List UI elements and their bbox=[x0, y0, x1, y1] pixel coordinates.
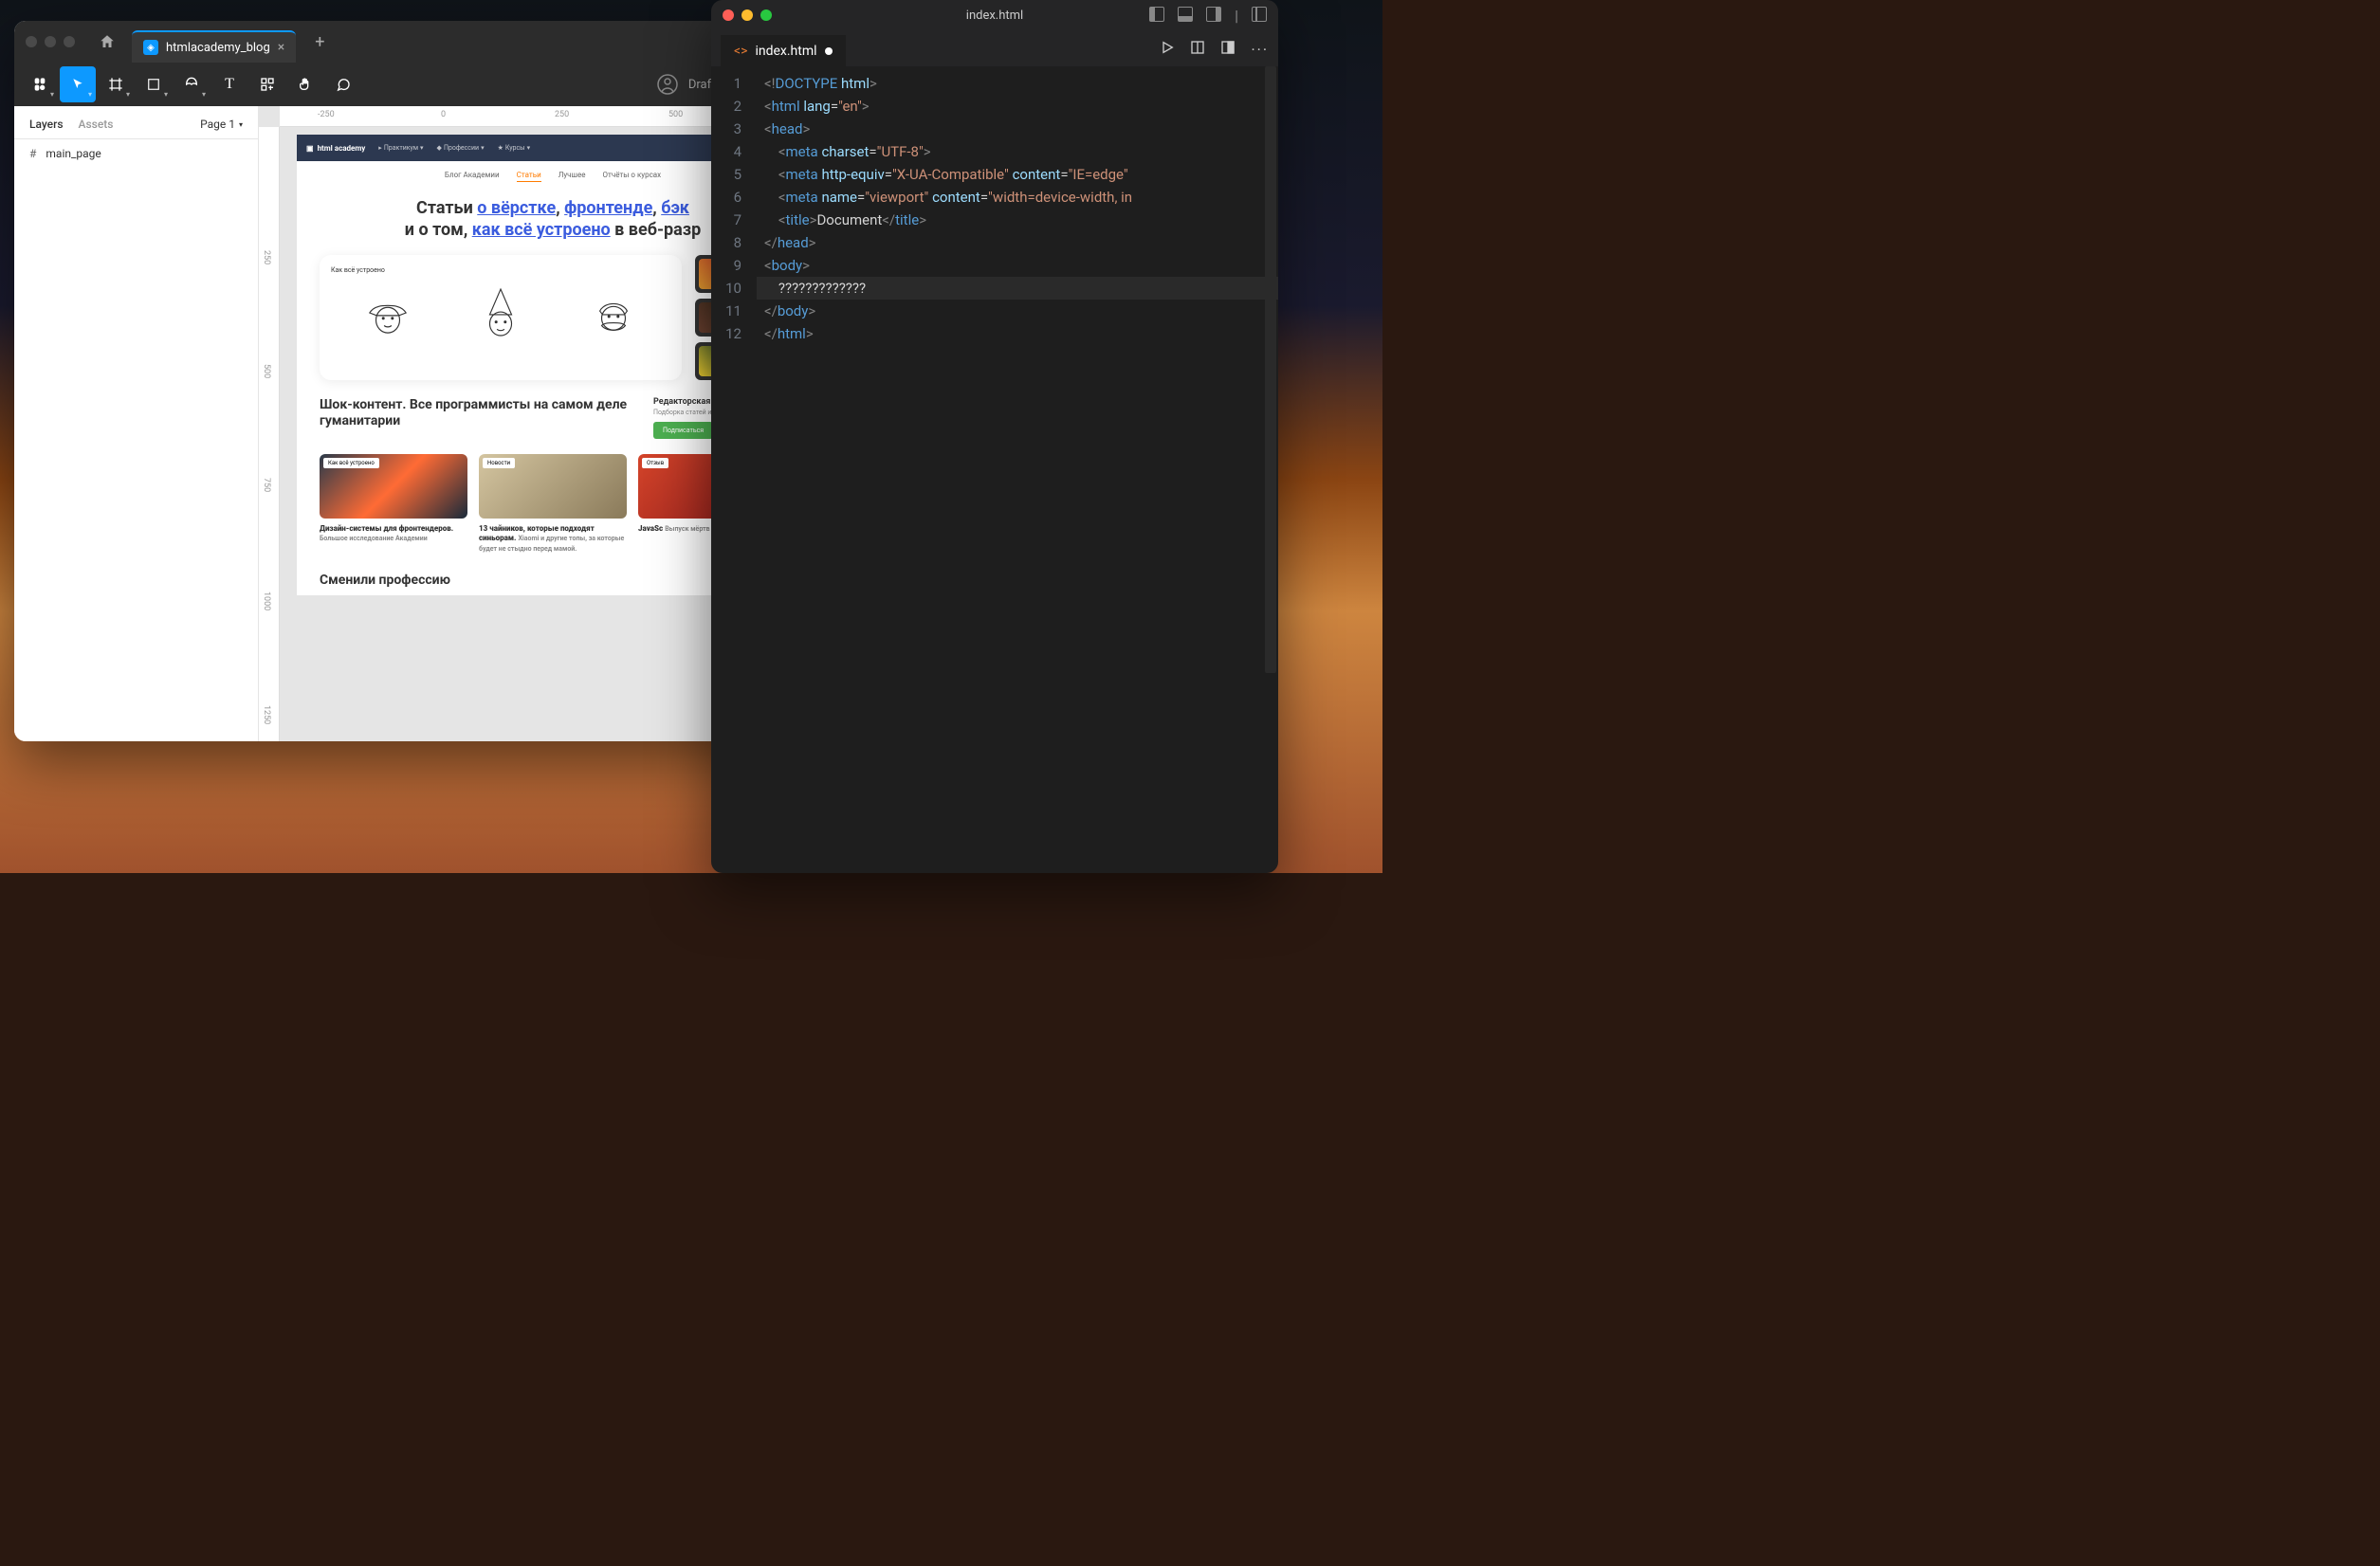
design-nav-item: ▸Практикум ▾ bbox=[378, 144, 423, 152]
vscode-tabs: <> index.html ··· bbox=[711, 30, 1278, 66]
design-headline: Шок-контент. Все программисты на самом д… bbox=[320, 397, 640, 439]
vscode-tab[interactable]: <> index.html bbox=[721, 35, 846, 66]
vscode-tab-name: index.html bbox=[755, 44, 816, 59]
figma-window: ◈ htmlacademy_blog × + ▾ ▾ ▾ ▾ ▾ T Draft… bbox=[14, 21, 822, 741]
page-selector[interactable]: Page 1 ▾ bbox=[200, 118, 243, 131]
unsaved-dot-icon bbox=[825, 47, 833, 55]
panel-left-icon bbox=[1149, 7, 1164, 22]
layers-tab[interactable]: Layers bbox=[29, 118, 64, 131]
assets-tab[interactable]: Assets bbox=[79, 118, 114, 131]
text-tool[interactable]: T bbox=[211, 66, 247, 102]
vscode-window-title: index.html bbox=[966, 9, 1023, 23]
shape-tool[interactable]: ▾ bbox=[136, 66, 172, 102]
figma-sidebar: Layers Assets Page 1 ▾ # main_page bbox=[14, 106, 259, 741]
figma-toolbar: ▾ ▾ ▾ ▾ ▾ T Drafts / htmlacadem bbox=[14, 63, 822, 106]
vertical-ruler: 250 500 750 1000 1250 bbox=[259, 127, 280, 741]
figma-tab-title: htmlacademy_blog bbox=[166, 41, 270, 55]
figma-file-icon: ◈ bbox=[143, 40, 158, 55]
line-numbers: 123456789101112 bbox=[711, 72, 757, 345]
more-icon[interactable]: ··· bbox=[1251, 41, 1269, 59]
subscribe-button: Подписаться bbox=[653, 422, 713, 439]
design-nav-item: ★Курсы ▾ bbox=[498, 144, 531, 152]
design-main-card: Как всё устроено bbox=[320, 255, 682, 380]
figma-traffic-lights[interactable] bbox=[26, 36, 75, 47]
vscode-layout-controls[interactable]: | bbox=[1149, 7, 1267, 25]
layer-name: main_page bbox=[46, 147, 101, 160]
close-icon[interactable]: × bbox=[278, 40, 284, 55]
comment-tool[interactable] bbox=[325, 66, 361, 102]
panel-right-icon bbox=[1206, 7, 1221, 22]
figma-titlebar: ◈ htmlacademy_blog × + bbox=[14, 21, 822, 63]
html-file-icon: <> bbox=[734, 44, 747, 59]
frame-icon: # bbox=[29, 147, 36, 160]
panel-bottom-icon bbox=[1178, 7, 1193, 22]
figma-tab[interactable]: ◈ htmlacademy_blog × bbox=[132, 30, 296, 63]
hand-tool[interactable] bbox=[287, 66, 323, 102]
design-logo: ▣ html academy bbox=[306, 144, 365, 153]
layer-item[interactable]: # main_page bbox=[14, 139, 258, 168]
split-icon[interactable] bbox=[1220, 40, 1236, 59]
frame-tool[interactable]: ▾ bbox=[98, 66, 134, 102]
vscode-traffic-lights[interactable] bbox=[723, 9, 772, 21]
design-nav-item: ◆Профессии ▾ bbox=[437, 144, 485, 152]
minimap[interactable] bbox=[1265, 66, 1276, 673]
layout-icon bbox=[1252, 7, 1267, 22]
user-icon[interactable] bbox=[656, 73, 679, 96]
vscode-titlebar: index.html | bbox=[711, 0, 1278, 30]
pen-tool[interactable]: ▾ bbox=[174, 66, 210, 102]
code-area[interactable]: <!DOCTYPE html><html lang="en"><head> <m… bbox=[757, 72, 1278, 345]
vscode-editor[interactable]: 123456789101112 <!DOCTYPE html><html lan… bbox=[711, 66, 1278, 345]
run-icon[interactable] bbox=[1160, 40, 1175, 59]
figma-menu-button[interactable]: ▾ bbox=[22, 66, 58, 102]
move-tool[interactable]: ▾ bbox=[60, 66, 96, 102]
resources-tool[interactable] bbox=[249, 66, 285, 102]
vscode-window: index.html | <> index.html ··· 123456789… bbox=[711, 0, 1278, 873]
new-tab-button[interactable]: + bbox=[303, 32, 336, 52]
figma-home-button[interactable] bbox=[90, 27, 124, 56]
preview-icon[interactable] bbox=[1190, 40, 1205, 59]
